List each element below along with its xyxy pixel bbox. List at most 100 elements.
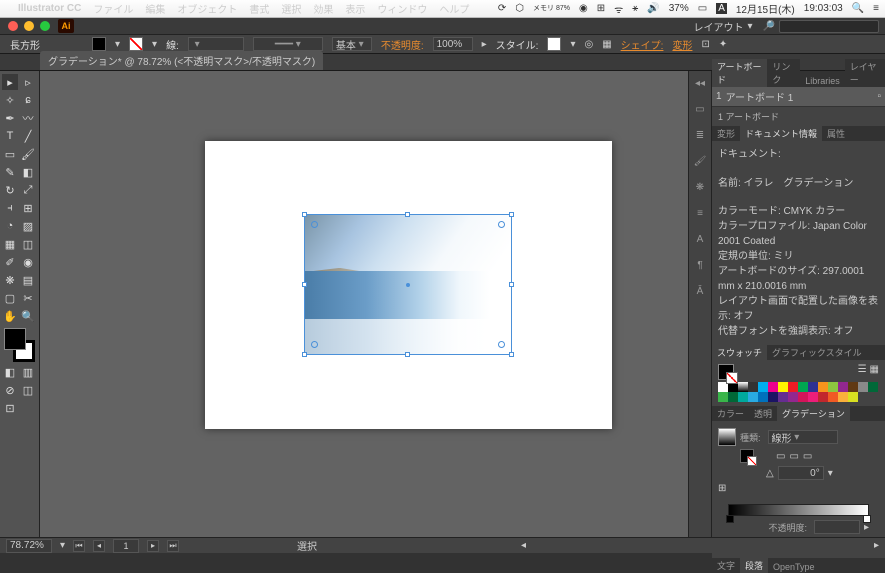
zoom-dd-icon[interactable]: ▾ [60, 540, 65, 551]
color-mode-icon[interactable]: ◧ [2, 364, 18, 380]
gradient-preview[interactable] [718, 428, 736, 446]
draw-mode-icon[interactable]: ◫ [20, 382, 36, 398]
menubar-time[interactable]: 19:03:03 [804, 3, 843, 14]
gradient-mode-icon[interactable]: ▥ [20, 364, 36, 380]
grad-stroke-icon1[interactable]: ▭ [776, 451, 785, 462]
artboard-next[interactable]: ▸ [147, 540, 159, 552]
swatch-menu-icon[interactable]: ▦ [870, 364, 879, 380]
extra-icon[interactable]: ✦ [719, 39, 727, 50]
brushes-icon[interactable]: 🖌 [692, 153, 708, 169]
artboard[interactable] [205, 141, 612, 429]
brush-def[interactable]: 基本 ▾ [332, 37, 372, 51]
canvas[interactable] [40, 71, 688, 537]
tab-links[interactable]: リンク [767, 59, 800, 87]
glyph-icon[interactable]: Ǎ [692, 283, 708, 299]
menu-select[interactable]: 選択 [281, 1, 301, 16]
selection-tool[interactable]: ▸ [2, 74, 18, 90]
fill-color[interactable] [4, 328, 26, 350]
zoom-input[interactable]: 78.72% [6, 539, 52, 553]
type-tool[interactable]: T [2, 128, 18, 144]
menu-window[interactable]: ウィンドウ [377, 1, 427, 16]
artboard-row[interactable]: 1 アートボード 1 ▫ [712, 87, 885, 106]
tab-libraries[interactable]: Libraries [800, 75, 845, 87]
selected-image[interactable] [304, 214, 512, 355]
tab-layers[interactable]: レイヤー [845, 59, 885, 87]
tab-transparency[interactable]: 透明 [749, 406, 777, 421]
properties-icon[interactable]: ▭ [692, 101, 708, 117]
rectangle-tool[interactable]: ▭ [2, 146, 18, 162]
menu-help[interactable]: ヘルプ [439, 1, 469, 16]
line-icon[interactable]: ◉ [579, 3, 588, 14]
stroke-dd[interactable]: ▾ [152, 39, 157, 50]
layers-icon[interactable]: ≣ [692, 127, 708, 143]
magic-wand-tool[interactable]: ✧ [2, 92, 18, 108]
artboard-options-icon[interactable]: ▫ [877, 91, 881, 102]
handle-br[interactable] [509, 352, 514, 357]
gradient-tool[interactable]: ◫ [20, 236, 36, 252]
artboard-tool[interactable]: ▢ [2, 290, 18, 306]
menu-object[interactable]: オブジェクト [177, 1, 237, 16]
stroke-profile[interactable]: ━━━ ▾ [253, 37, 323, 51]
slice-tool[interactable]: ✂ [20, 290, 36, 306]
aspect-icon[interactable]: ⊞ [718, 483, 726, 494]
angle-input[interactable]: 0° [778, 466, 824, 480]
volume-icon[interactable]: 🔊 [647, 3, 659, 14]
angle-dd[interactable]: ▾ [828, 468, 833, 479]
handle-bm[interactable] [405, 352, 410, 357]
grad-fillstroke-icon[interactable] [740, 449, 754, 463]
eraser-tool[interactable]: ◧ [20, 164, 36, 180]
zoom-tool[interactable]: 🔍 [20, 308, 36, 324]
hand-tool[interactable]: ✋ [2, 308, 18, 324]
notification-icon[interactable]: ≡ [873, 3, 879, 14]
artboard-next-last[interactable]: ⏭ [167, 540, 179, 552]
artboard-nav-num[interactable]: 1 [113, 539, 139, 553]
symbol-sprayer-tool[interactable]: ❋ [2, 272, 18, 288]
handle-tl[interactable] [302, 212, 307, 217]
paintbrush-tool[interactable]: 🖌 [20, 146, 36, 162]
tab-swatches[interactable]: スウォッチ [712, 345, 767, 360]
grad-opac-dd[interactable]: ▸ [864, 522, 869, 533]
tab-attributes[interactable]: 属性 [822, 126, 850, 141]
swatch-view-icon[interactable]: ☰ [858, 364, 867, 380]
dropbox-icon[interactable]: ⬡ [515, 3, 524, 14]
handle-tm[interactable] [405, 212, 410, 217]
stroke-swatch[interactable] [129, 37, 143, 51]
artboard-prev[interactable]: ◂ [93, 540, 105, 552]
handle-ml[interactable] [302, 282, 307, 287]
opacity-input[interactable]: 100% [433, 37, 473, 51]
swatches-grid[interactable] [718, 382, 879, 402]
stroke-weight[interactable]: ▾ [188, 37, 244, 51]
tab-transform[interactable]: 変形 [712, 126, 740, 141]
search-input[interactable] [779, 20, 879, 33]
style-dd[interactable]: ▾ [570, 39, 575, 50]
scale-tool[interactable]: ⤢ [20, 182, 36, 198]
close-window[interactable] [8, 21, 18, 31]
shape-builder-tool[interactable]: ◔ [2, 218, 18, 234]
search-icon[interactable]: 🔎 [763, 21, 775, 32]
app-name[interactable]: Illustrator CC [18, 3, 81, 14]
tab-docinfo[interactable]: ドキュメント情報 [740, 126, 822, 141]
maximize-window[interactable] [40, 21, 50, 31]
para-icon[interactable]: ¶ [692, 257, 708, 273]
handle-mr[interactable] [509, 282, 514, 287]
opacity-label[interactable]: 不透明度: [381, 37, 424, 52]
tab-artboards[interactable]: アートボード [712, 59, 767, 87]
shape-link[interactable]: シェイプ: [621, 37, 664, 52]
grad-opac-input[interactable] [814, 520, 860, 534]
tab-character[interactable]: 文字 [712, 558, 740, 573]
spotlight-icon[interactable]: 🔍 [852, 3, 864, 14]
transform-link[interactable]: 変形 [672, 37, 692, 52]
menubar-date[interactable]: 12月15日(木) [736, 1, 795, 16]
handle-bl[interactable] [302, 352, 307, 357]
tab-gradient[interactable]: グラデーション [777, 406, 850, 421]
fill-stroke-control[interactable] [2, 328, 37, 362]
opacity-dd[interactable]: ▸ [482, 39, 487, 50]
menu-edit[interactable]: 編集 [145, 1, 165, 16]
handle-tr[interactable] [509, 212, 514, 217]
grad-stroke-icon3[interactable]: ▭ [803, 451, 812, 462]
shaper-tool[interactable]: ✎ [2, 164, 18, 180]
rotate-tool[interactable]: ↻ [2, 182, 18, 198]
free-transform-tool[interactable]: ⊞ [20, 200, 36, 216]
scroll-right-icon[interactable]: ▸ [874, 540, 879, 551]
pen-tool[interactable]: ✒ [2, 110, 18, 126]
